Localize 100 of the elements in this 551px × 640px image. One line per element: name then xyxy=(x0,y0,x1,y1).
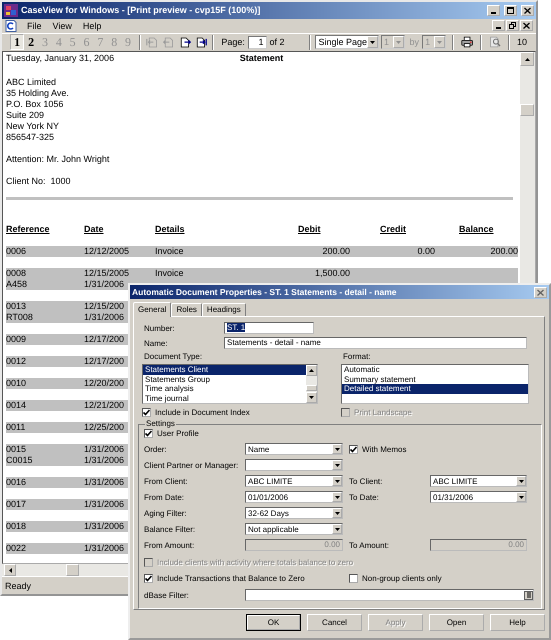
dropdown-field[interactable]: Name xyxy=(245,443,343,455)
table-cell: 1/31/2006 xyxy=(84,312,124,324)
menu-item[interactable]: Help xyxy=(82,20,102,31)
field-label: From Amount: xyxy=(144,540,196,550)
close-button[interactable] xyxy=(520,20,533,32)
checkbox[interactable] xyxy=(144,429,153,438)
table-cell: 12/25/200 xyxy=(84,422,124,434)
magnifier-icon[interactable] xyxy=(488,35,502,50)
document-type-list[interactable]: Statements Client Statements Group Time analysis Time journal xyxy=(142,364,318,404)
dropdown-field[interactable]: 01/31/2006 xyxy=(430,491,527,503)
field-label: To Amount: xyxy=(348,540,390,550)
number-field[interactable]: ST. 1 xyxy=(224,322,314,334)
page-number-button[interactable]: 1 xyxy=(10,34,24,50)
table-cell: 1/31/2006 xyxy=(84,477,124,488)
scroll-thumb[interactable] xyxy=(66,564,79,576)
dialog-title: Automatic Document Properties - ST. 1 Statements - detail - name xyxy=(132,287,398,297)
table-cell: C0015 xyxy=(6,455,33,466)
dropdown-field[interactable]: Not applicable xyxy=(245,523,343,535)
table-cell: 0018 xyxy=(6,521,26,532)
checkbox[interactable] xyxy=(349,444,358,454)
dialog-button[interactable]: Help xyxy=(490,614,545,631)
close-button[interactable] xyxy=(521,4,534,16)
dropdown-field[interactable]: ABC LIMITE xyxy=(245,475,343,487)
maximize-button[interactable] xyxy=(504,4,517,16)
table-cell: 12/15/2005 xyxy=(84,268,130,280)
table-cell: 12/21/200 xyxy=(84,400,124,412)
dropdown-field[interactable]: ABC LIMITE xyxy=(430,475,527,487)
column-header: Debit xyxy=(298,224,320,234)
scroll-thumb[interactable] xyxy=(520,104,534,116)
client-number: Client No: 1000 xyxy=(6,176,72,188)
scroll-thumb[interactable] xyxy=(306,385,317,391)
list-item[interactable]: Statements Group xyxy=(143,374,306,384)
column-header: Balance xyxy=(459,224,494,234)
scroll-down-icon[interactable] xyxy=(306,392,317,403)
tab[interactable]: General xyxy=(133,302,172,317)
filter-field[interactable] xyxy=(245,589,534,601)
table-cell: 0016 xyxy=(6,477,26,488)
table-cell: 1,500.00 xyxy=(314,268,350,280)
scroll-left-icon[interactable] xyxy=(4,564,16,576)
table-cell: 1/31/2006 xyxy=(84,444,124,456)
table-cell: 1/31/2006 xyxy=(84,521,124,532)
table-cell: 0.00 xyxy=(417,246,435,258)
scroll-up-icon[interactable] xyxy=(306,365,317,376)
checkbox-label: Include in Document Index xyxy=(155,408,250,417)
field-label: Aging Filter: xyxy=(144,508,188,518)
table-cell: 12/17/200 xyxy=(84,356,124,368)
table-cell: 0014 xyxy=(6,400,26,412)
tab[interactable]: Roles xyxy=(171,303,202,316)
list-item[interactable]: Statements Client xyxy=(143,365,306,374)
list-item[interactable]: Automatic xyxy=(342,365,528,374)
list-item[interactable]: Time analysis xyxy=(143,384,306,394)
checkbox[interactable] xyxy=(144,574,153,583)
table-cell: 12/12/2005 xyxy=(84,246,130,258)
checkbox-label: Print Landscape xyxy=(354,408,412,417)
document-icon[interactable] xyxy=(5,20,17,32)
statement-title: Statement xyxy=(240,53,284,64)
name-field[interactable]: Statements - detail - name xyxy=(224,337,527,349)
checkbox-label: With Memos xyxy=(362,444,406,454)
dropdown-field[interactable]: 01/01/2006 xyxy=(245,491,343,503)
column-header: Reference xyxy=(6,224,50,234)
dropdown-field[interactable] xyxy=(245,459,343,471)
page-input[interactable]: 1 xyxy=(248,36,267,49)
menu-item[interactable]: File xyxy=(26,20,43,31)
field-label: Order: xyxy=(144,444,168,454)
checkbox[interactable] xyxy=(349,574,358,583)
minimize-button[interactable] xyxy=(487,4,500,16)
address-line: Suite 209 xyxy=(6,110,46,122)
list-item[interactable]: Time journal xyxy=(143,394,306,403)
list-item[interactable]: Detailed statement xyxy=(342,384,528,394)
page-number-button[interactable]: 2 xyxy=(24,34,38,50)
minimize-button[interactable] xyxy=(492,20,505,32)
dialog-button[interactable]: Open xyxy=(429,614,484,631)
select-field[interactable]: Single Page xyxy=(315,35,379,50)
app-icon xyxy=(4,4,18,17)
status-text: Ready xyxy=(5,580,32,591)
tab[interactable]: Headings xyxy=(202,303,246,316)
printer-icon[interactable] xyxy=(460,35,473,50)
list-label: Document Type: xyxy=(143,352,204,362)
menu-item[interactable]: View xyxy=(52,20,73,31)
list-icon[interactable] xyxy=(524,590,533,600)
field-label: From Date: xyxy=(144,492,186,502)
field-label: Client Partner or Manager: xyxy=(144,460,240,470)
table-cell: Invoice xyxy=(155,246,184,258)
restore-button[interactable] xyxy=(506,20,519,32)
table-cell: 0011 xyxy=(6,422,26,434)
table-cell: 0017 xyxy=(6,499,26,510)
scroll-up-icon[interactable] xyxy=(520,52,534,66)
checkbox[interactable] xyxy=(142,408,151,417)
table-cell: 0012 xyxy=(6,356,26,368)
format-list[interactable]: Automatic Summary statement Detailed statement xyxy=(341,364,529,404)
table-cell: 12/20/200 xyxy=(84,378,124,390)
field-label: Name: xyxy=(143,338,169,348)
list-item[interactable]: Summary statement xyxy=(342,374,528,384)
field-label: dBase Filter: xyxy=(144,590,190,600)
table-cell: 0008 xyxy=(6,268,26,280)
close-button[interactable] xyxy=(534,286,547,298)
address-line: 35 Holding Ave. xyxy=(6,88,70,100)
dialog-button[interactable]: Cancel xyxy=(307,614,362,631)
dropdown-field[interactable]: 32-62 Days xyxy=(245,507,343,519)
dialog-button[interactable]: OK xyxy=(246,614,301,631)
